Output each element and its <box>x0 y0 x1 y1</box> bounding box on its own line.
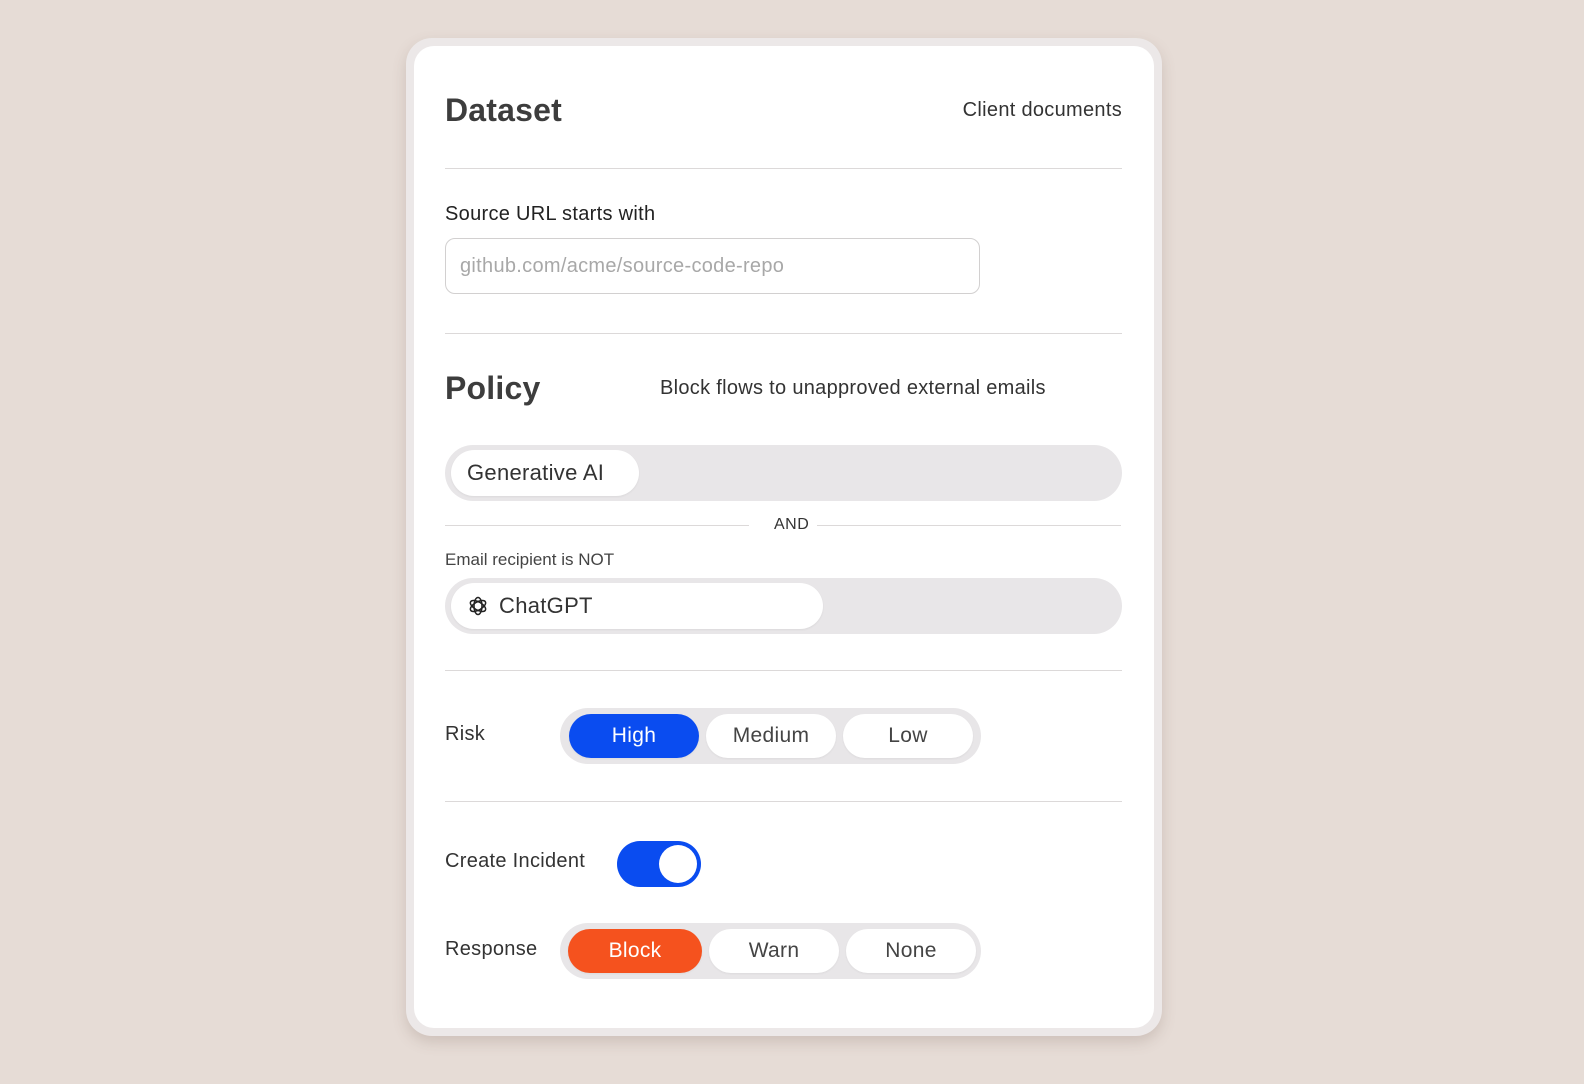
response-warn-button[interactable]: Warn <box>709 929 839 973</box>
response-label: Response <box>445 938 538 960</box>
divider <box>445 333 1122 334</box>
risk-high-button[interactable]: High <box>569 714 699 758</box>
condition-2-value: ChatGPT <box>499 593 593 618</box>
condition-1-label: Generative AI <box>467 460 605 485</box>
response-block-button[interactable]: Block <box>568 929 702 973</box>
condition-2-chip[interactable]: ChatGPT <box>451 583 823 629</box>
response-segmented-control: Block Warn None <box>560 923 981 979</box>
create-incident-toggle[interactable] <box>617 841 701 887</box>
dataset-title: Dataset <box>445 92 563 128</box>
condition-2-track[interactable]: ChatGPT <box>445 578 1122 634</box>
condition-1-chip[interactable]: Generative AI <box>451 450 639 496</box>
divider <box>445 670 1122 671</box>
policy-title: Policy <box>445 370 541 406</box>
dataset-value: Client documents <box>962 99 1122 121</box>
toggle-knob <box>659 845 697 883</box>
divider <box>445 168 1122 169</box>
condition-1-track[interactable]: Generative AI <box>445 445 1122 501</box>
risk-label: Risk <box>445 723 486 745</box>
condition-2-label: Email recipient is NOT <box>445 550 615 569</box>
and-divider-left <box>445 525 749 526</box>
create-incident-label: Create Incident <box>445 850 586 872</box>
openai-icon <box>466 594 490 618</box>
response-none-button[interactable]: None <box>846 929 976 973</box>
policy-card: Dataset Client documents Source URL star… <box>414 46 1154 1028</box>
source-url-input[interactable] <box>445 238 980 294</box>
risk-low-button[interactable]: Low <box>843 714 973 758</box>
and-operator: AND <box>774 516 810 533</box>
source-url-label: Source URL starts with <box>445 203 656 225</box>
risk-segmented-control: High Medium Low <box>560 708 981 764</box>
policy-description: Block flows to unapproved external email… <box>660 377 1046 399</box>
divider <box>445 801 1122 802</box>
risk-medium-button[interactable]: Medium <box>706 714 836 758</box>
and-divider-right <box>817 525 1121 526</box>
